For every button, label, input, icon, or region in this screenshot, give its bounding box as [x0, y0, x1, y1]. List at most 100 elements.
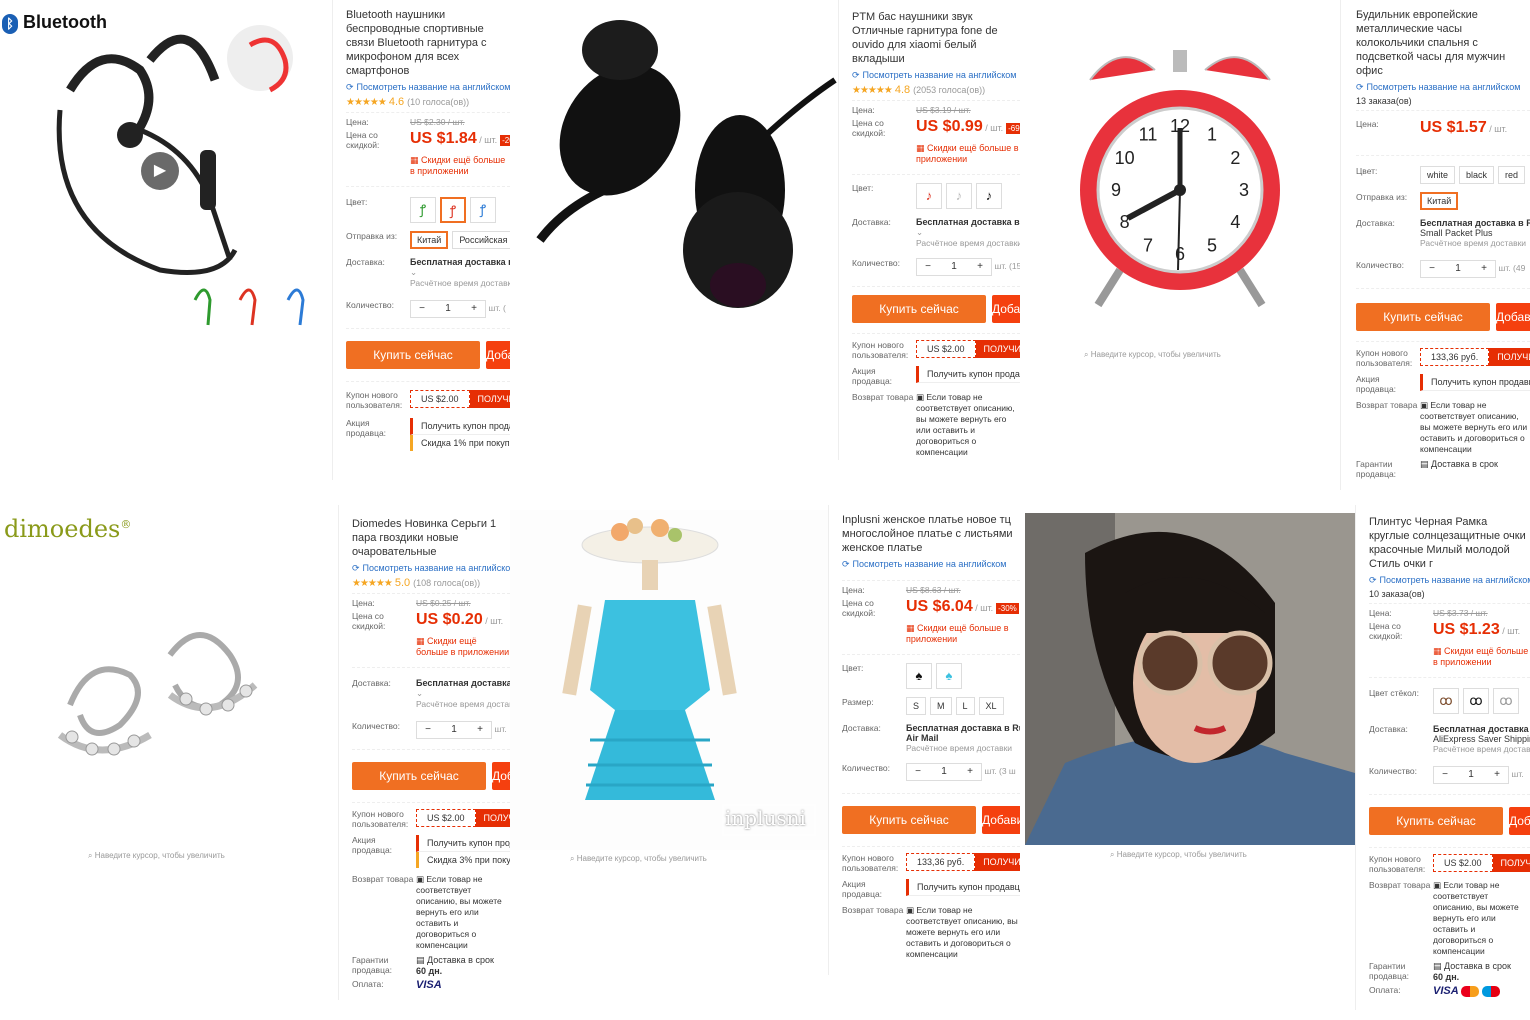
app-discount-link[interactable]: ▦ Скидки ещё больше в приложении: [906, 623, 1020, 644]
seller-coupon[interactable]: Получить купон продавца: [1420, 374, 1530, 391]
app-discount-link[interactable]: ▦ Скидки ещё больше в приложении: [1433, 646, 1530, 667]
new-user-coupon[interactable]: US $2.00ПОЛУЧИТЬ: [1433, 854, 1530, 872]
decrease-button[interactable]: −: [1434, 767, 1456, 783]
seller-coupon[interactable]: Получить купон продавца: [410, 418, 510, 435]
add-to-cart-button[interactable]: Добавить в корзину: [1496, 303, 1530, 331]
color-option[interactable]: black: [1459, 166, 1495, 184]
color-swatch-black[interactable]: ♠: [906, 663, 932, 689]
lens-swatch-clear[interactable]: ꝏ: [1493, 688, 1519, 714]
new-user-coupon[interactable]: 133,36 руб.ПОЛУЧИТЬ: [906, 853, 1020, 871]
product-title[interactable]: Будильник европейские металлические часы…: [1356, 8, 1530, 78]
quantity-stepper[interactable]: −1 +: [1420, 260, 1496, 278]
color-swatch-white[interactable]: ♪: [946, 183, 972, 209]
add-to-cart-button[interactable]: Добавить в корзину: [992, 295, 1020, 323]
app-discount-link[interactable]: ▦ Скидки ещё больше в приложении: [916, 143, 1020, 164]
buy-now-button[interactable]: Купить сейчас: [346, 341, 480, 369]
add-to-cart-button[interactable]: Добавить в корзину: [1509, 807, 1530, 835]
product-title[interactable]: Diomedes Новинка Серьги 1 пара гвоздики …: [352, 517, 510, 559]
buy-now-button[interactable]: Купить сейчас: [1356, 303, 1490, 331]
shipping-method[interactable]: Бесплатная доставка в Russian Federation: [906, 723, 1020, 733]
buy-now-button[interactable]: Купить сейчас: [842, 806, 976, 834]
rating[interactable]: ★★★★★ 5.0 (108 голоса(ов)): [352, 577, 510, 589]
quantity-stepper[interactable]: −1 +: [906, 763, 982, 781]
chevron-down-icon[interactable]: ⌄: [916, 227, 1020, 238]
color-option[interactable]: white: [1420, 166, 1456, 184]
lens-swatch-black[interactable]: ꝏ: [1463, 688, 1489, 714]
increase-button[interactable]: +: [1486, 767, 1508, 783]
decrease-button[interactable]: −: [917, 259, 939, 275]
app-discount-link[interactable]: ▦ Скидки ещё больше в приложении: [416, 636, 510, 657]
shipping-method[interactable]: Бесплатная доставка в Russian Federation: [1433, 724, 1530, 734]
chevron-down-icon[interactable]: ⌄: [416, 688, 510, 699]
video-play-button[interactable]: ▶: [141, 152, 179, 190]
shield-icon: ▣: [1420, 400, 1429, 410]
decrease-button[interactable]: −: [907, 764, 929, 780]
buy-now-button[interactable]: Купить сейчас: [852, 295, 986, 323]
product-title[interactable]: Bluetooth наушники беспроводные спортивн…: [346, 8, 510, 78]
translate-link[interactable]: ⟳ Посмотреть название на английском: [1356, 82, 1530, 93]
product-title[interactable]: Inplusni женское платье новое тц многосл…: [842, 513, 1020, 555]
new-user-coupon[interactable]: 133,36 руб.ПОЛУЧИТЬ: [1420, 348, 1530, 366]
seller-coupon[interactable]: Получить купон продавца: [416, 835, 510, 852]
new-user-coupon[interactable]: US $2.00ПОЛУЧИТЬ: [416, 809, 510, 827]
quantity-stepper[interactable]: −1 +: [916, 258, 992, 276]
color-swatch-blue[interactable]: ♠: [936, 663, 962, 689]
shipping-method[interactable]: Бесплатная доставка в Russian Federation: [1420, 218, 1530, 228]
translate-link[interactable]: ⟳ Посмотреть название на английском: [842, 559, 1020, 570]
app-discount-link[interactable]: ▦ Скидки ещё больше в приложении: [410, 155, 510, 176]
rating[interactable]: ★★★★★ 4.8 (2053 голоса(ов)): [852, 84, 1020, 96]
increase-button[interactable]: +: [969, 259, 991, 275]
color-swatch-blue[interactable]: ꝭ: [470, 197, 496, 223]
color-option[interactable]: red: [1498, 166, 1526, 184]
product-image[interactable]: 12 1 2 3 4 5 6 7 8 9 10 11 ⌕ Наведите курсор, чтобы…: [1020, 0, 1340, 360]
rating[interactable]: ★★★★★ 4.6 (10 голоса(ов)): [346, 96, 510, 108]
quantity-stepper[interactable]: −1 +: [410, 300, 486, 318]
new-user-coupon[interactable]: US $2.00ПОЛУЧИТЬ: [410, 390, 510, 408]
product-image[interactable]: ⌕ Наведите курсор, чтобы увеличить: [510, 0, 838, 330]
buy-now-button[interactable]: Купить сейчас: [1369, 807, 1503, 835]
translate-link[interactable]: ⟳ Посмотреть название на английском: [852, 70, 1020, 81]
product-title[interactable]: PTM бас наушники звук Отличные гарнитура…: [852, 10, 1020, 66]
decrease-button[interactable]: −: [417, 722, 439, 738]
buy-now-button[interactable]: Купить сейчас: [352, 762, 486, 790]
product-image[interactable]: inplusni: [510, 510, 828, 850]
increase-button[interactable]: +: [469, 722, 491, 738]
size-option[interactable]: XL: [978, 697, 1004, 715]
decrease-button[interactable]: −: [1421, 261, 1443, 277]
color-swatch-green[interactable]: ꝭ: [410, 197, 436, 223]
size-option[interactable]: M: [930, 697, 952, 715]
quantity-stepper[interactable]: −1 +: [1433, 766, 1509, 784]
add-to-cart-button[interactable]: Добавить в корзину: [982, 806, 1020, 834]
add-to-cart-button[interactable]: Добавить в корзину: [492, 762, 510, 790]
ship-from-option[interactable]: Китай: [410, 231, 449, 249]
increase-button[interactable]: +: [959, 764, 981, 780]
product-image[interactable]: ᛒ Bluetooth ▶: [0, 0, 332, 340]
product-image[interactable]: [1025, 513, 1355, 845]
add-to-cart-button[interactable]: Добавить в корзину: [486, 341, 510, 369]
return-policy: ▣ Если товар не соответствует описанию, …: [916, 392, 1015, 457]
new-user-coupon[interactable]: US $2.00ПОЛУЧИТЬ: [916, 340, 1020, 358]
seller-coupon[interactable]: Получить купон продавца: [906, 879, 1020, 896]
quantity-stepper[interactable]: −1 +: [416, 721, 492, 739]
product-title[interactable]: Плинтус Черная Рамка круглые солнцезащит…: [1369, 515, 1530, 571]
color-swatch-red[interactable]: ꝭ: [440, 197, 466, 223]
shipping-method[interactable]: Бесплатная доставка в Russian Federation: [410, 257, 510, 267]
shipping-method[interactable]: Бесплатная доставка в Russian Federation: [416, 678, 510, 688]
color-swatch-black[interactable]: ♪: [976, 183, 1002, 209]
chevron-down-icon[interactable]: ⌄: [410, 267, 510, 278]
translate-link[interactable]: ⟳ Посмотреть название на английском: [346, 82, 510, 93]
seller-coupon[interactable]: Получить купон продавца: [916, 366, 1020, 383]
size-option[interactable]: L: [955, 697, 975, 715]
lens-swatch-brown[interactable]: ꝏ: [1433, 688, 1459, 714]
product-image[interactable]: dimoedes® ⌕ Наведите курсор, чтобы увели…: [0, 505, 338, 865]
ship-from-option[interactable]: Китай: [1420, 192, 1459, 210]
translate-link[interactable]: ⟳ Посмотреть название на английском: [352, 563, 510, 574]
translate-link[interactable]: ⟳ Посмотреть название на английском: [1369, 575, 1530, 586]
increase-button[interactable]: +: [463, 301, 485, 317]
decrease-button[interactable]: −: [411, 301, 433, 317]
increase-button[interactable]: +: [1473, 261, 1495, 277]
color-swatch-black-red[interactable]: ♪: [916, 183, 942, 209]
size-option[interactable]: S: [906, 697, 927, 715]
ship-from-option[interactable]: Российская Федерация: [452, 231, 510, 249]
shipping-method[interactable]: Бесплатная доставка в Russian Federation: [916, 217, 1020, 227]
